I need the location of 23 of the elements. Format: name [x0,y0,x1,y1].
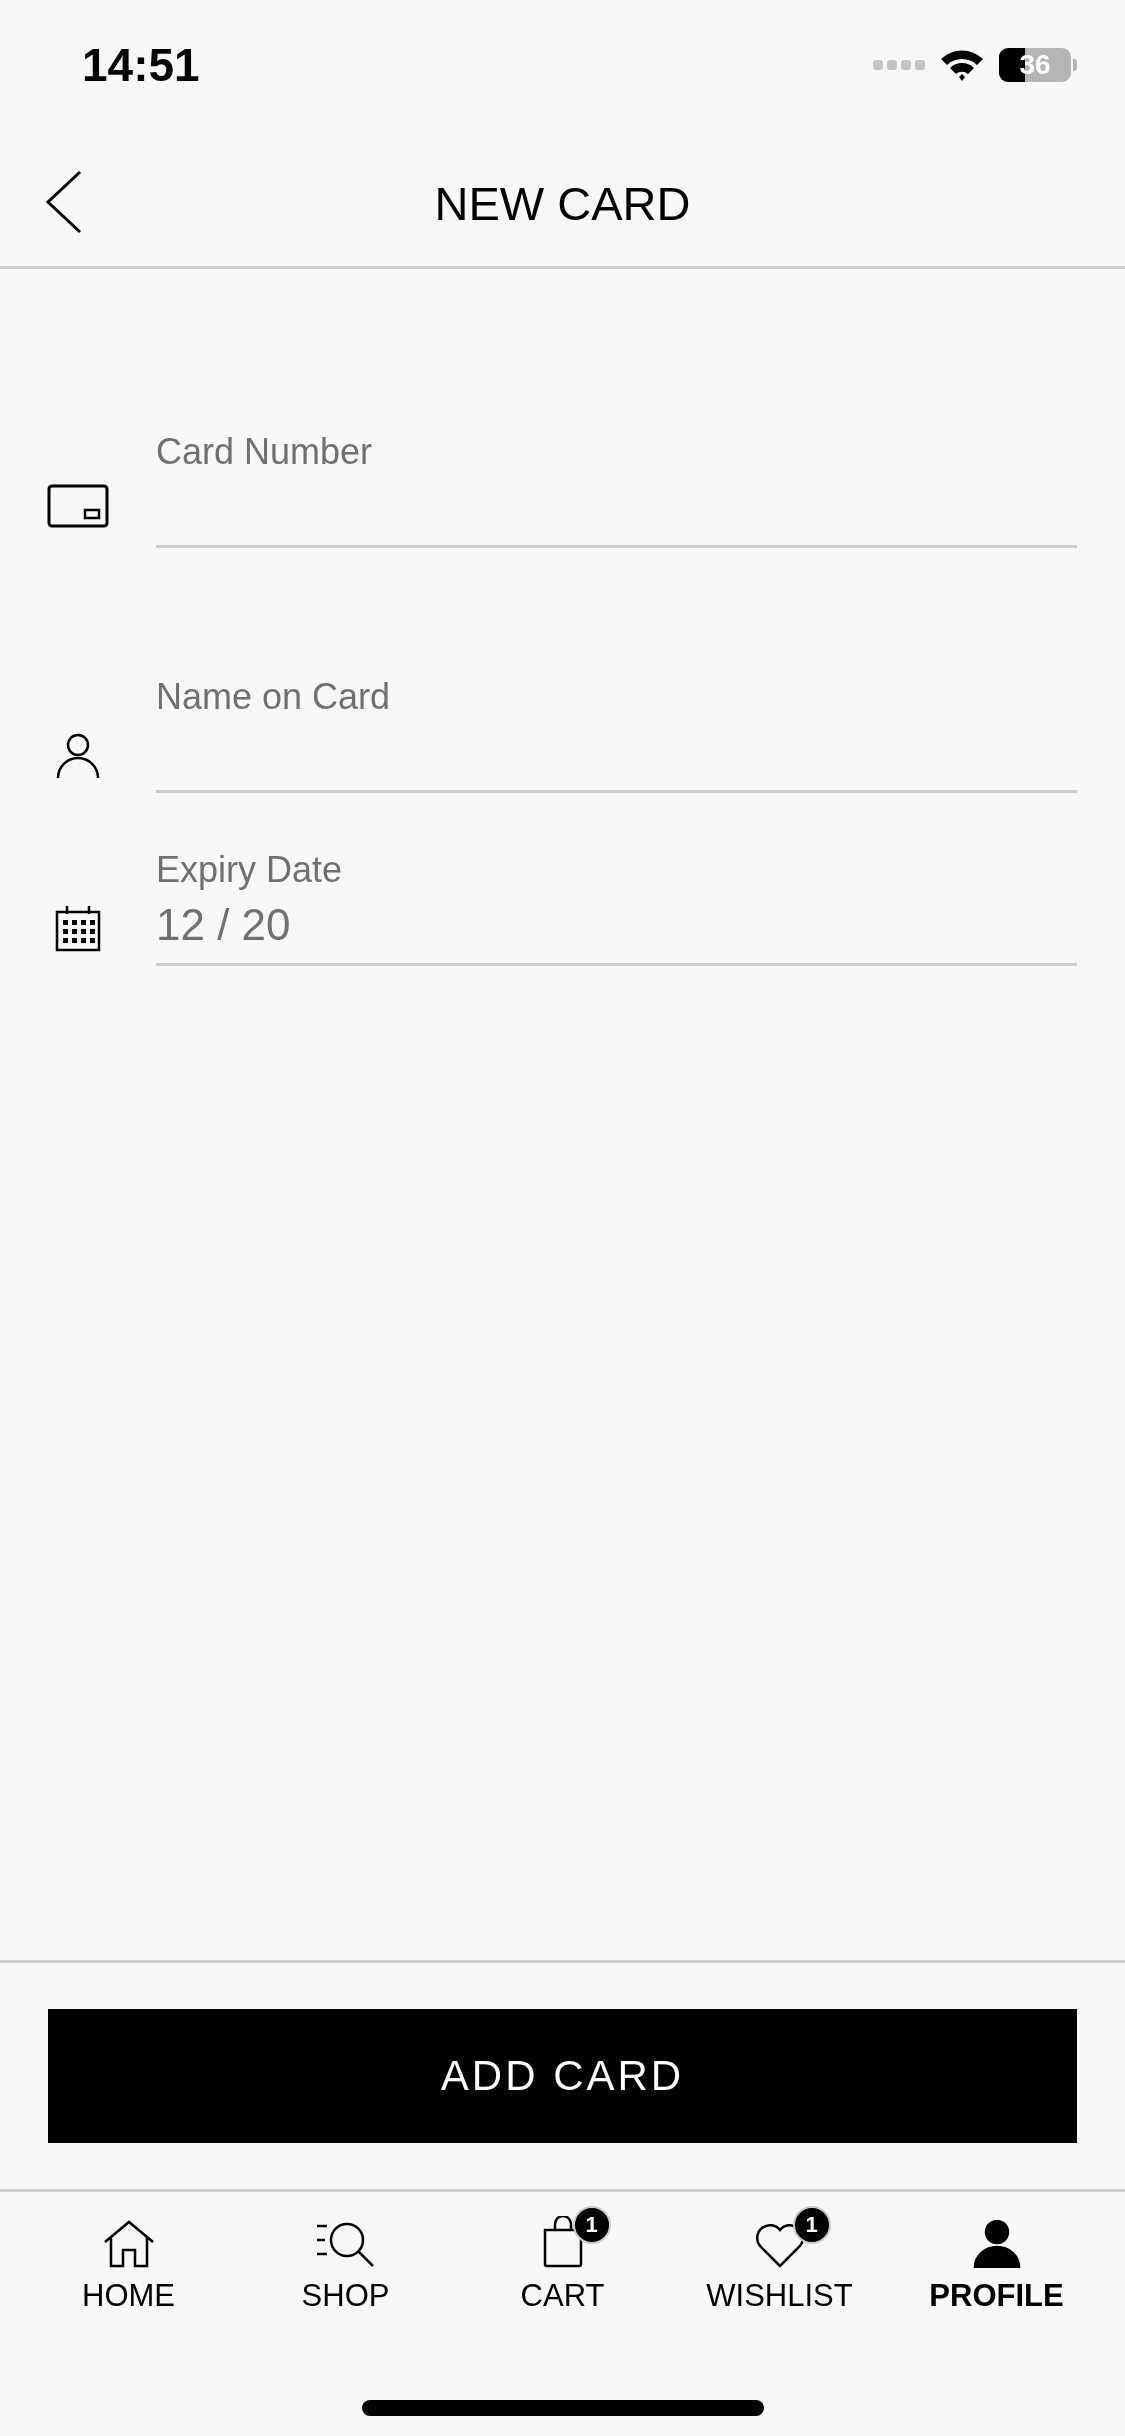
tab-wishlist[interactable]: 1 WISHLIST [671,2200,888,2318]
signal-icon [873,58,925,72]
field-label: Expiry Date [156,848,344,892]
card-icon [47,484,109,528]
tab-shop[interactable]: SHOP [237,2200,454,2318]
tab-cart[interactable]: 1 CART [454,2200,671,2318]
count-badge: 1 [792,2206,831,2244]
count-badge: 1 [572,2206,611,2244]
person-filled-icon [972,2220,1021,2268]
heart-icon [754,2222,805,2268]
back-button[interactable] [44,170,84,234]
calendar-icon [55,906,101,952]
page-title: NEW CARD [434,175,691,231]
person-icon [56,733,100,779]
wifi-icon [939,47,985,83]
search-icon [316,2220,375,2268]
field-label: Card Number [156,430,374,474]
add-card-button[interactable]: ADD CARD [48,2009,1077,2143]
tab-profile[interactable]: PROFILE [888,2200,1105,2318]
status-time: 14:51 [82,38,200,92]
tab-home[interactable]: HOME [20,2200,237,2318]
field-label: Name on Card [156,675,392,719]
input-field[interactable]: 12 / 20 [156,893,1077,966]
